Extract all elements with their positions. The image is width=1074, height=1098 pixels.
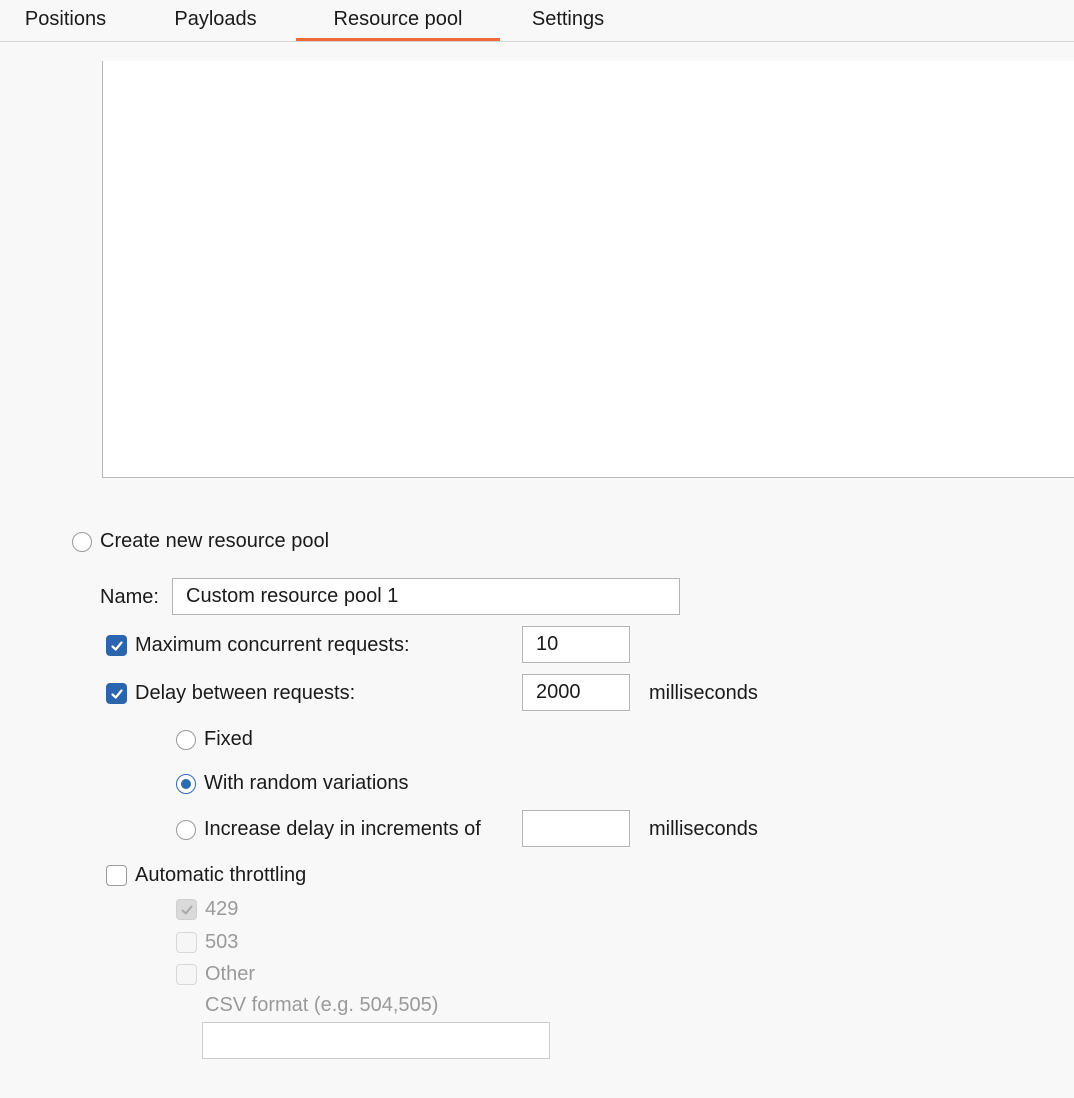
delay-increase-radio[interactable] [176, 819, 196, 840]
throttle-429-option[interactable]: 429 [176, 898, 238, 921]
pool-name-input[interactable] [172, 578, 680, 615]
tab-resource-pool[interactable]: Resource pool [296, 0, 500, 41]
tab-bar: Positions Payloads Resource pool Setting… [0, 0, 1074, 42]
tab-positions[interactable]: Positions [0, 0, 131, 41]
auto-throttling-label: Automatic throttling [135, 864, 307, 886]
max-concurrent-label: Maximum concurrent requests: [135, 634, 410, 656]
checkmark-icon [110, 640, 123, 651]
delay-input[interactable] [522, 674, 630, 711]
auto-throttling-checkbox[interactable] [106, 865, 127, 886]
resource-pool-panel: Positions Payloads Resource pool Setting… [0, 0, 1074, 1098]
delay-fixed-option[interactable]: Fixed [176, 728, 253, 751]
delay-option[interactable]: Delay between requests: [106, 682, 355, 705]
delay-checkbox[interactable] [106, 683, 127, 704]
tab-payloads[interactable]: Payloads [150, 0, 281, 41]
delay-fixed-radio[interactable] [176, 729, 196, 750]
delay-increment-input[interactable] [522, 810, 630, 847]
checkmark-icon [110, 688, 123, 699]
csv-format-label: CSV format (e.g. 504,505) [205, 994, 439, 1016]
delay-increase-option[interactable]: Increase delay in increments of [176, 818, 481, 841]
throttle-503-label: 503 [205, 931, 239, 953]
throttle-other-label: Other [205, 963, 256, 985]
throttle-other-option[interactable]: Other [176, 963, 255, 986]
max-concurrent-checkbox[interactable] [106, 635, 127, 656]
delay-fixed-label: Fixed [204, 728, 253, 750]
throttle-other-checkbox[interactable] [176, 964, 197, 985]
throttle-503-option[interactable]: 503 [176, 931, 238, 954]
max-concurrent-option[interactable]: Maximum concurrent requests: [106, 634, 410, 657]
auto-throttling-option[interactable]: Automatic throttling [106, 864, 306, 887]
name-label: Name: [100, 586, 159, 608]
create-pool-option[interactable]: Create new resource pool [72, 530, 329, 553]
delay-increase-label: Increase delay in increments of [204, 818, 481, 840]
delay-random-option[interactable]: With random variations [176, 772, 409, 795]
create-pool-label: Create new resource pool [100, 530, 330, 552]
delay-random-label: With random variations [204, 772, 409, 794]
throttle-503-checkbox[interactable] [176, 932, 197, 953]
checkmark-icon [181, 905, 192, 914]
create-pool-radio[interactable] [72, 531, 92, 552]
delay-label: Delay between requests: [135, 682, 356, 704]
delay-random-radio[interactable] [176, 773, 196, 794]
delay-unit: milliseconds [649, 682, 758, 704]
max-concurrent-input[interactable] [522, 626, 630, 663]
tab-settings[interactable]: Settings [510, 0, 626, 41]
increment-unit: milliseconds [649, 818, 758, 840]
throttle-429-label: 429 [205, 898, 239, 920]
resource-pool-list[interactable] [102, 61, 1074, 478]
csv-codes-input[interactable] [202, 1022, 550, 1059]
throttle-429-checkbox[interactable] [176, 899, 197, 920]
